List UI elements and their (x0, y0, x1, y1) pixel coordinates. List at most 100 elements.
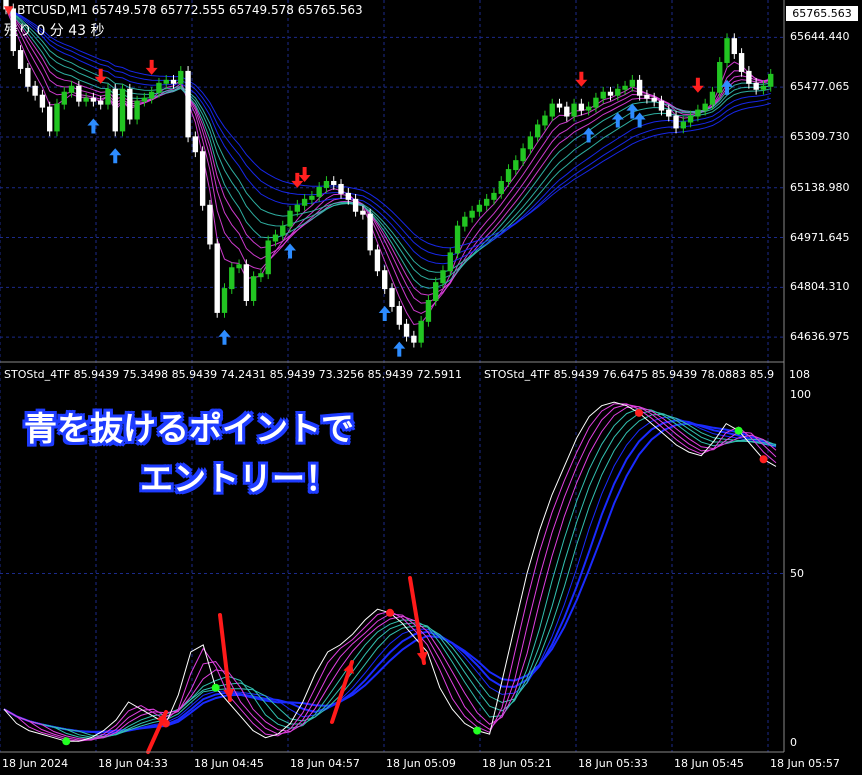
candle-body (47, 106, 53, 132)
candle-body (753, 82, 759, 90)
price-tick-label: 64636.975 (790, 330, 850, 344)
candle-body (600, 91, 606, 99)
symbol-name: BTCUSD,M1 (17, 3, 88, 17)
symbol-header: ▼ BTCUSD,M1 65749.578 65772.555 65749.57… (4, 3, 363, 17)
price-tick-label: 65138.980 (790, 180, 850, 194)
candle-body (680, 121, 687, 129)
candle-body (309, 195, 315, 200)
candle-body (331, 180, 337, 185)
candle-body (97, 100, 104, 105)
annotation-line-2: エントリー！ (140, 459, 338, 498)
candle-body (360, 210, 366, 215)
candle-body (717, 61, 723, 93)
candle-body (593, 97, 599, 108)
candle-body (469, 210, 475, 218)
candle-body (687, 115, 694, 123)
candle-body (90, 97, 97, 102)
candle-body (192, 136, 199, 153)
candle-body (746, 70, 752, 84)
time-tick-label: 18 Jun 04:33 (98, 757, 168, 770)
candle-body (760, 85, 767, 90)
candle-body (54, 103, 60, 132)
price-tick-label: 64804.310 (790, 280, 850, 294)
candle-body (731, 38, 737, 55)
candle-body (236, 264, 242, 269)
candle-body (578, 103, 585, 111)
candle-body (134, 100, 140, 120)
candle-body (702, 103, 708, 111)
candle-body (403, 323, 410, 337)
candle-body (564, 106, 570, 117)
candle-body (447, 252, 453, 272)
candle-body (214, 243, 220, 313)
indicator-header: STOStd_4TF 85.9439 75.3498 85.9439 74.24… (4, 368, 462, 381)
countdown-timer: 残り 0 分 43 秒 (4, 23, 105, 39)
candle-body (491, 192, 497, 200)
candle-body (301, 198, 308, 206)
candle-body (199, 151, 206, 206)
time-tick-label: 18 Jun 05:21 (482, 757, 552, 770)
candle-body (68, 85, 75, 93)
candle-body (433, 282, 439, 301)
candle-body (185, 70, 191, 138)
candle-body (374, 249, 381, 272)
candle-body (622, 85, 628, 90)
indicator-values-1: STOStd_4TF 85.9439 75.3498 85.9439 74.24… (4, 368, 463, 381)
candle-body (287, 210, 293, 227)
candle-body (454, 225, 461, 254)
candle-body (119, 88, 126, 132)
signal-dot-red (759, 455, 768, 464)
indicator-tick-label: 100 (790, 388, 811, 401)
indicator-values-2: STOStd_4TF 85.9439 76.6475 85.9439 78.08… (484, 368, 775, 381)
candle-body (112, 88, 118, 132)
candle-body (666, 109, 672, 117)
candle-body (148, 91, 155, 99)
candle-body (39, 94, 46, 108)
candle-body (768, 73, 774, 87)
candle-body (651, 97, 657, 102)
candle-body (542, 115, 548, 126)
indicator-top-label: 108 (789, 368, 810, 381)
ohlc-values: 65749.578 65772.555 65749.578 65765.563 (91, 3, 363, 17)
annotation-line-1: 青を抜けるポイントで (24, 409, 354, 448)
candle-body (440, 270, 446, 284)
candle-body (513, 160, 519, 171)
candle-body (483, 198, 490, 206)
candle-body (178, 70, 184, 84)
candle-body (163, 79, 169, 84)
candle-body (17, 50, 24, 69)
candle-body (25, 67, 31, 87)
candle-body (505, 169, 512, 182)
candle-body (61, 91, 67, 105)
time-tick-label: 18 Jun 2024 (2, 757, 69, 770)
price-tick-label: 65477.065 (790, 80, 850, 94)
candle-body (156, 82, 162, 93)
price-tick-label: 65309.730 (790, 129, 850, 143)
candle-body (629, 79, 636, 87)
candle-body (229, 267, 235, 290)
candle-body (462, 216, 468, 227)
candle-body (527, 136, 534, 150)
candle-body (658, 100, 665, 111)
candle-body (83, 97, 89, 102)
candle-body (141, 97, 148, 102)
candle-body (724, 38, 730, 63)
candle-body (280, 225, 286, 236)
candle-body (127, 88, 133, 120)
candle-body (695, 109, 701, 117)
candle-body (170, 79, 177, 84)
candle-body (265, 240, 271, 275)
candle-body (258, 273, 264, 278)
candle-body (367, 213, 373, 251)
candle-body (352, 198, 359, 212)
time-tick-label: 18 Jun 05:45 (674, 757, 744, 770)
candle-body (476, 204, 483, 212)
candle-body (607, 91, 614, 96)
candle-body (418, 320, 424, 343)
current-price-tag: 65765.563 (786, 6, 858, 21)
candle-body (644, 94, 650, 99)
candle-body (520, 148, 526, 162)
candle-body (425, 299, 432, 322)
candle-body (636, 79, 643, 96)
time-tick-label: 18 Jun 05:57 (770, 757, 840, 770)
